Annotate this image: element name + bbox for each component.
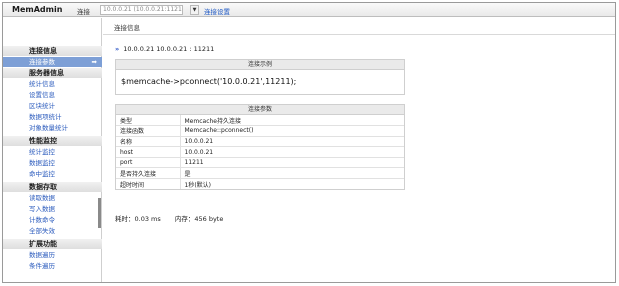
connection-example-title: 连接示例 (116, 60, 404, 70)
sidebar-item-connection-params[interactable]: 连接参数 ➡ (3, 57, 102, 67)
table-row: 是否持久连接是 (116, 167, 404, 179)
table-row: 类型 Memcache持久连接 (116, 115, 404, 126)
arrow-right-icon: ➡ (91, 58, 97, 66)
param-value: 10.0.0.21 (180, 146, 404, 158)
elapsed-time: 耗时：0.03 ms (115, 215, 161, 223)
connection-label: 连接 (77, 8, 90, 16)
sidebar-item-settings[interactable]: 设置信息 (3, 90, 102, 100)
param-key: 是否持久连接 (116, 167, 181, 179)
chevron-down-icon[interactable]: ▼ (190, 5, 199, 15)
sidebar-item-flush[interactable]: 全部失效 (3, 226, 102, 236)
timing-info: 耗时：0.03 ms 内存：456 byte (115, 213, 235, 223)
server-address-text: 10.0.0.21 10.0.0.21 : 11211 (123, 45, 215, 53)
connection-params-table: 类型 Memcache持久连接 连接函数 Memcache::pconnect() … (116, 115, 404, 190)
param-value: Memcache持久连接 (184, 117, 241, 125)
sidebar-item-data-monitor[interactable]: 数据监控 (3, 158, 102, 168)
sidebar-item-conditional-traverse[interactable]: 条件遍历 (3, 261, 102, 271)
app-title: MemAdmin (12, 5, 63, 14)
sidebar-section-connection: 连接信息 (3, 46, 102, 56)
memory-usage: 内存：456 byte (174, 215, 224, 223)
param-value: 11211 (180, 156, 404, 168)
connection-params-title: 连接参数 (116, 105, 404, 115)
connection-params-panel: 连接参数 类型 Memcache持久连接 连接函数 Memcache::pconne… (115, 104, 405, 191)
table-row: port 11211 (116, 156, 404, 168)
sidebar-item-slabs[interactable]: 区块统计 (3, 101, 102, 111)
table-row: 超时时间 1秒(默认) (116, 178, 404, 190)
sidebar-item-stats[interactable]: 统计信息 (3, 79, 102, 89)
param-key: 超时时间 (116, 178, 181, 190)
top-bar: MemAdmin 连接 10.0.0.21 (10.0.0.21:11211) … (3, 3, 615, 17)
param-key: 类型 (116, 115, 181, 126)
page-title: 连接信息 (103, 22, 615, 35)
sidebar-item-traverse[interactable]: 数据遍历 (3, 250, 102, 260)
param-value: 10.0.0.21 (180, 135, 404, 147)
sidebar-item-items[interactable]: 数据项统计 (3, 112, 102, 122)
sidebar: 连接信息 连接参数 ➡ 服务器信息 统计信息 设置信息 区块统计 数据项统计 对… (3, 18, 102, 282)
sidebar-section-extensions: 扩展功能 (3, 239, 102, 249)
table-row: 连接函数 Memcache::pconnect() (116, 125, 404, 137)
param-key: host (116, 146, 181, 158)
sidebar-item-hit-monitor[interactable]: 命中监控 (3, 169, 102, 179)
app-window: MemAdmin 连接 10.0.0.21 (10.0.0.21:11211) … (2, 2, 616, 283)
sidebar-item-label: 连接参数 (29, 58, 55, 66)
param-key: 名称 (116, 135, 181, 147)
server-address: » 10.0.0.21 10.0.0.21 : 11211 (115, 45, 214, 53)
param-value: 是 (180, 167, 404, 179)
sidebar-item-sizes[interactable]: 对象数量统计 (3, 123, 102, 133)
table-row: host 10.0.0.21 (116, 146, 404, 158)
param-key: port (116, 156, 181, 168)
param-value: Memcache::pconnect() (180, 125, 404, 137)
connection-settings-link[interactable]: 连接设置 (204, 6, 230, 16)
sidebar-item-counter[interactable]: 计数命令 (3, 215, 102, 225)
sidebar-section-monitoring: 性能监控 (3, 136, 102, 146)
main-panel: 连接信息 » 10.0.0.21 10.0.0.21 : 11211 连接示例 $… (103, 18, 615, 282)
sidebar-item-get[interactable]: 读取数据 (3, 193, 102, 203)
double-chevron-icon: » (115, 45, 120, 53)
param-value: 1秒(默认) (180, 178, 404, 190)
connection-select[interactable]: 10.0.0.21 (10.0.0.21:11211) (100, 5, 183, 15)
connection-example-code: $memcache->pconnect('10.0.0.21',11211); (121, 77, 297, 86)
connection-example-panel: 连接示例 $memcache->pconnect('10.0.0.21',112… (115, 59, 405, 95)
sidebar-item-set[interactable]: 写入数据 (3, 204, 102, 214)
sidebar-section-data-access: 数据存取 (3, 182, 102, 192)
sidebar-item-stats-monitor[interactable]: 统计监控 (3, 147, 102, 157)
sidebar-section-server-info: 服务器信息 (3, 68, 102, 78)
param-key: 连接函数 (116, 125, 181, 137)
table-row: 名称 10.0.0.21 (116, 135, 404, 147)
sidebar-scrollbar[interactable] (98, 198, 101, 228)
